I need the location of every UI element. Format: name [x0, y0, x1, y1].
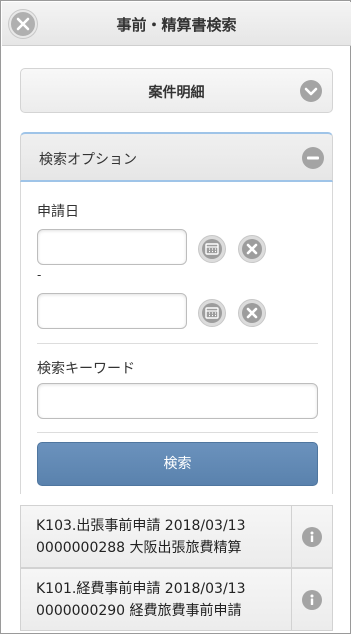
section-details-header[interactable]: 案件明細 [20, 68, 333, 113]
app-frame: 事前・精算書検索 案件明細 検索オプション 申請日 - 検索キーワード 検索 K… [0, 0, 351, 634]
list-item-subtitle: 0000000288 大阪出張旅費精算 [36, 540, 242, 556]
divider [37, 432, 318, 433]
list-item[interactable]: K101.経費事前申請 2018/03/13 0000000290 経費旅費事前… [20, 568, 333, 631]
divider [37, 343, 318, 344]
list-item[interactable]: K103.出張事前申請 2018/03/13 0000000288 大阪出張旅費… [20, 505, 333, 568]
info-icon [302, 590, 322, 610]
list-item-text: K101.経費事前申請 2018/03/13 0000000290 経費旅費事前… [36, 578, 291, 622]
section-details-label: 案件明細 [148, 85, 205, 101]
chevron-down-icon [300, 80, 322, 102]
clear-button-from[interactable] [238, 235, 266, 263]
search-options-panel: 申請日 - 検索キーワード 検索 [20, 182, 333, 494]
clear-icon [242, 239, 262, 259]
clear-icon [242, 303, 262, 323]
list-item-info-button[interactable] [291, 506, 332, 567]
date-from-input[interactable] [37, 229, 187, 265]
calendar-button-to[interactable] [198, 299, 226, 327]
keyword-label: 検索キーワード [37, 361, 135, 377]
minus-icon [302, 147, 324, 169]
date-label: 申請日 [37, 204, 79, 220]
list-item-info-button[interactable] [291, 569, 332, 630]
section-options-label: 検索オプション [39, 152, 137, 168]
calendar-button-from[interactable] [198, 235, 226, 263]
date-to-input[interactable] [37, 293, 187, 329]
info-icon [302, 527, 322, 547]
date-separator: - [37, 268, 42, 282]
clear-button-to[interactable] [238, 299, 266, 327]
page-title: 事前・精算書検索 [116, 16, 237, 34]
header-bar: 事前・精算書検索 [2, 2, 351, 46]
list-item-subtitle: 0000000290 経費旅費事前申請 [36, 603, 242, 619]
list-item-title: K101.経費事前申請 2018/03/13 [36, 581, 246, 597]
list-item-text: K103.出張事前申請 2018/03/13 0000000288 大阪出張旅費… [36, 515, 291, 559]
section-options-header[interactable]: 検索オプション [20, 132, 333, 182]
calendar-icon [202, 303, 222, 323]
list-item-title: K103.出張事前申請 2018/03/13 [36, 518, 246, 534]
keyword-input[interactable] [37, 383, 318, 419]
calendar-icon [202, 239, 222, 259]
search-button[interactable]: 検索 [37, 442, 318, 486]
